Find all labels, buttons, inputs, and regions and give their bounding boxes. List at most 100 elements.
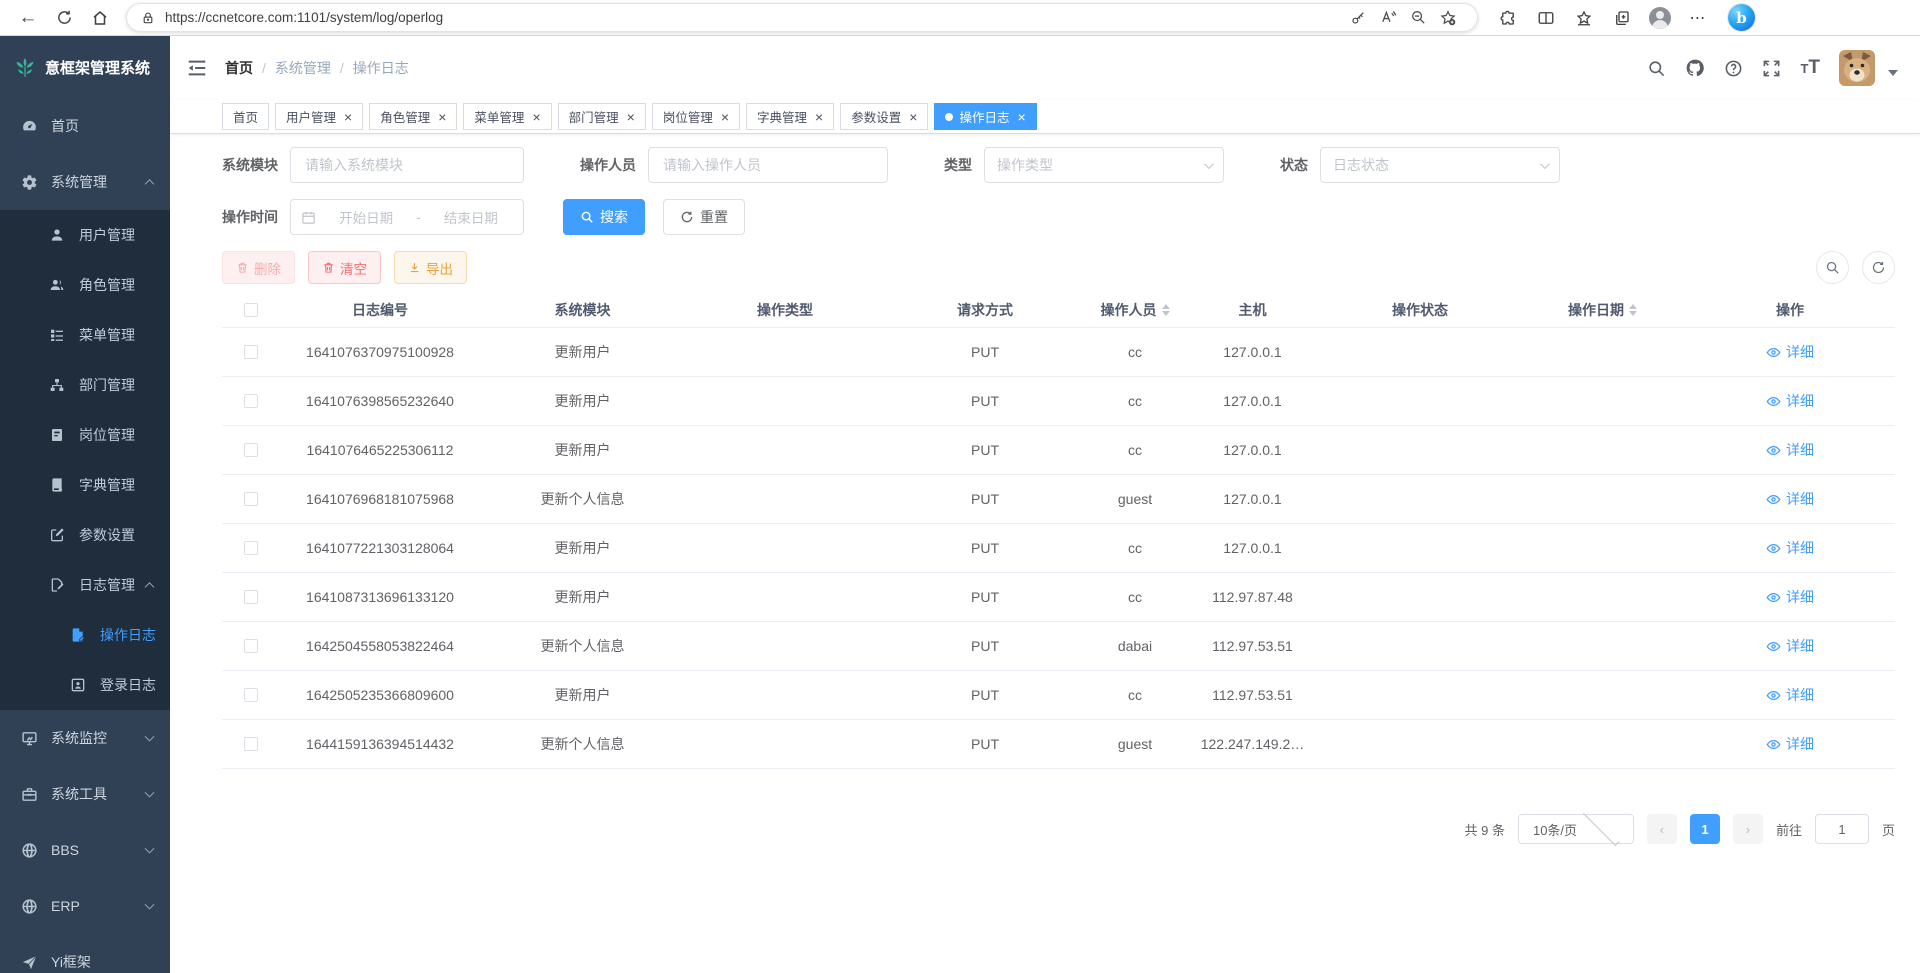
sidebar-item-monitor[interactable]: 系统监控: [0, 710, 170, 766]
tab-close-icon[interactable]: ×: [438, 110, 446, 124]
detail-link[interactable]: 详细: [1766, 440, 1814, 460]
prev-page-button[interactable]: ‹: [1647, 814, 1677, 844]
row-checkbox[interactable]: [244, 492, 258, 506]
sidebar-item-login-log[interactable]: 登录日志: [0, 660, 170, 710]
breadcrumb-system[interactable]: 系统管理: [275, 58, 331, 78]
breadcrumb-home[interactable]: 首页: [225, 58, 253, 78]
date-start-placeholder[interactable]: 开始日期: [324, 207, 408, 227]
tab-7[interactable]: 参数设置×: [840, 103, 928, 130]
tab-3[interactable]: 菜单管理×: [463, 103, 551, 130]
favorites-icon[interactable]: [1568, 5, 1600, 31]
font-size-icon[interactable]: TT: [1800, 57, 1820, 79]
col-date[interactable]: 操作日期: [1520, 300, 1685, 320]
tab-8[interactable]: 操作日志×: [934, 103, 1036, 130]
tab-1[interactable]: 用户管理×: [275, 103, 363, 130]
export-button[interactable]: 导出: [394, 251, 467, 284]
detail-link[interactable]: 详细: [1766, 391, 1814, 411]
browser-home-button[interactable]: [82, 4, 118, 32]
tab-close-icon[interactable]: ×: [627, 110, 635, 124]
status-select[interactable]: 日志状态: [1320, 147, 1560, 183]
reset-button[interactable]: 重置: [663, 199, 745, 235]
sidebar-item-post-mgmt[interactable]: 岗位管理: [0, 410, 170, 460]
tab-close-icon[interactable]: ×: [815, 110, 823, 124]
sort-icons[interactable]: [1162, 304, 1170, 316]
tab-6[interactable]: 字典管理×: [746, 103, 834, 130]
type-select[interactable]: 操作类型: [984, 147, 1224, 183]
sidebar-item-erp[interactable]: ERP: [0, 878, 170, 934]
tab-4[interactable]: 部门管理×: [558, 103, 646, 130]
password-key-icon[interactable]: [1343, 6, 1373, 30]
tab-0[interactable]: 首页: [222, 103, 269, 130]
help-icon[interactable]: [1724, 59, 1743, 78]
detail-link[interactable]: 详细: [1766, 734, 1814, 754]
detail-link[interactable]: 详细: [1766, 685, 1814, 705]
split-screen-icon[interactable]: [1530, 5, 1562, 31]
row-checkbox[interactable]: [244, 737, 258, 751]
goto-page-input[interactable]: [1815, 814, 1869, 844]
clear-button[interactable]: 清空: [308, 251, 381, 284]
col-operator[interactable]: 操作人员: [1085, 300, 1185, 320]
user-avatar[interactable]: [1839, 50, 1875, 86]
sidebar-item-system[interactable]: 系统管理: [0, 154, 170, 210]
add-favorite-icon[interactable]: [1433, 6, 1463, 30]
row-checkbox[interactable]: [244, 394, 258, 408]
sidebar-item-dept-mgmt[interactable]: 部门管理: [0, 360, 170, 410]
page-size-select[interactable]: 10条/页: [1518, 814, 1634, 844]
refresh-table-button[interactable]: [1862, 251, 1895, 284]
collections-icon[interactable]: [1606, 5, 1638, 31]
tab-5[interactable]: 岗位管理×: [652, 103, 740, 130]
browser-refresh-button[interactable]: [46, 4, 82, 32]
sidebar-item-home[interactable]: 首页: [0, 98, 170, 154]
detail-link[interactable]: 详细: [1766, 587, 1814, 607]
show-search-toggle-button[interactable]: [1816, 251, 1849, 284]
github-icon[interactable]: [1685, 58, 1705, 78]
sidebar-item-tools[interactable]: 系统工具: [0, 766, 170, 822]
next-page-button[interactable]: ›: [1733, 814, 1763, 844]
sidebar-item-log-mgmt[interactable]: 日志管理: [0, 560, 170, 610]
delete-button[interactable]: 删除: [222, 251, 295, 284]
extensions-icon[interactable]: [1492, 5, 1524, 31]
current-page-button[interactable]: 1: [1690, 814, 1720, 844]
detail-link[interactable]: 详细: [1766, 342, 1814, 362]
sidebar-logo[interactable]: 意框架管理系统: [0, 36, 170, 98]
row-checkbox[interactable]: [244, 345, 258, 359]
tab-close-icon[interactable]: ×: [532, 110, 540, 124]
sidebar-item-yi-framework[interactable]: Yi框架: [0, 934, 170, 973]
read-aloud-icon[interactable]: [1373, 6, 1403, 30]
zoom-out-icon[interactable]: [1403, 6, 1433, 30]
sidebar-item-param-settings[interactable]: 参数设置: [0, 510, 170, 560]
sidebar-item-role-mgmt[interactable]: 角色管理: [0, 260, 170, 310]
browser-profile-avatar[interactable]: [1644, 5, 1676, 31]
more-options-icon[interactable]: ⋯: [1682, 5, 1714, 31]
copilot-icon[interactable]: b: [1728, 4, 1755, 31]
sidebar-item-dict-mgmt[interactable]: 字典管理: [0, 460, 170, 510]
tab-2[interactable]: 角色管理×: [369, 103, 457, 130]
sort-icons[interactable]: [1629, 304, 1637, 316]
detail-link[interactable]: 详细: [1766, 636, 1814, 656]
tab-close-icon[interactable]: ×: [721, 110, 729, 124]
sidebar-item-menu-mgmt[interactable]: 菜单管理: [0, 310, 170, 360]
row-checkbox[interactable]: [244, 688, 258, 702]
detail-link[interactable]: 详细: [1766, 489, 1814, 509]
row-checkbox[interactable]: [244, 639, 258, 653]
sidebar-item-operation-log[interactable]: 操作日志: [0, 610, 170, 660]
row-checkbox[interactable]: [244, 443, 258, 457]
avatar-caret-icon[interactable]: [1888, 70, 1898, 76]
date-range-picker[interactable]: 开始日期 - 结束日期: [290, 199, 524, 235]
select-all-checkbox[interactable]: [244, 303, 258, 317]
search-button[interactable]: 搜索: [563, 199, 645, 235]
row-checkbox[interactable]: [244, 541, 258, 555]
url-bar[interactable]: https://ccnetcore.com:1101/system/log/op…: [126, 3, 1478, 32]
sidebar-item-user-mgmt[interactable]: 用户管理: [0, 210, 170, 260]
operator-input[interactable]: [648, 147, 888, 183]
tab-close-icon[interactable]: ×: [909, 110, 917, 124]
fullscreen-icon[interactable]: [1762, 59, 1781, 78]
sidebar-item-bbs[interactable]: BBS: [0, 822, 170, 878]
search-icon[interactable]: [1647, 59, 1666, 78]
sidebar-collapse-button[interactable]: [186, 57, 208, 79]
url-text[interactable]: https://ccnetcore.com:1101/system/log/op…: [165, 10, 1343, 25]
module-input[interactable]: [290, 147, 524, 183]
browser-back-button[interactable]: ←: [10, 4, 46, 32]
tab-close-icon[interactable]: ×: [344, 110, 352, 124]
detail-link[interactable]: 详细: [1766, 538, 1814, 558]
